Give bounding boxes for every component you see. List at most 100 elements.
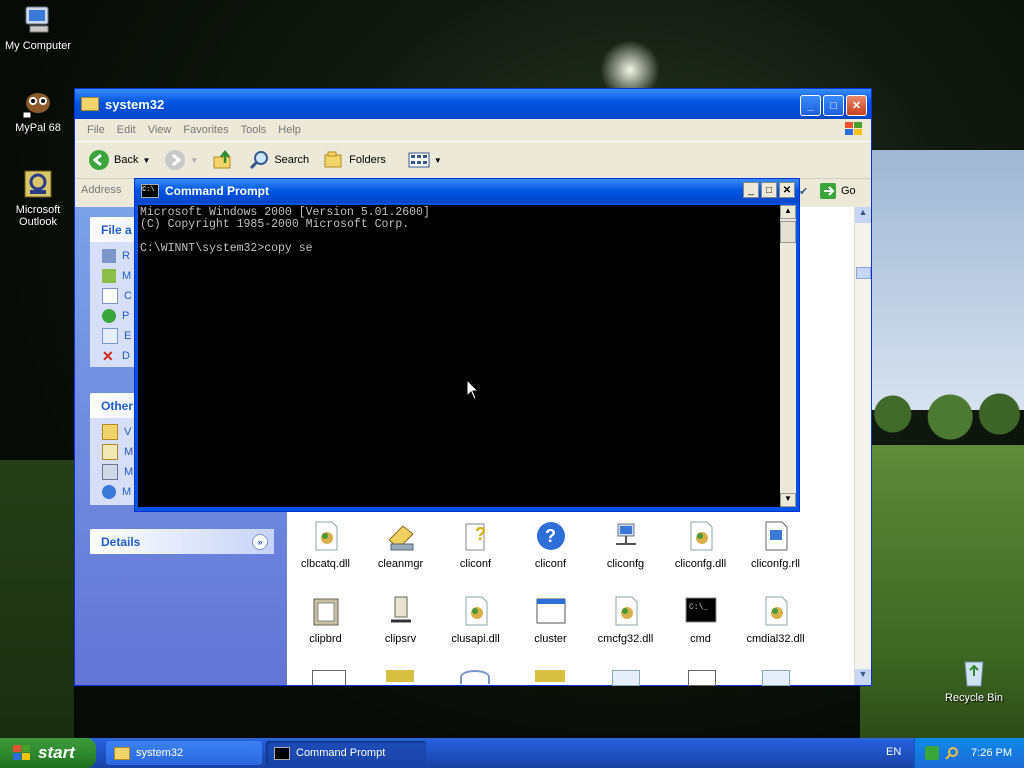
desktop-icon-label: Recycle Bin [944,692,1004,704]
cmd-icon: C:\_ [685,595,717,627]
copy-icon [102,288,118,304]
file-label: clipbrd [309,633,342,645]
file-item[interactable]: ? cliconf [513,520,588,570]
desktop-icon-recycle-bin[interactable]: Recycle Bin [936,656,1012,704]
command-prompt-window[interactable]: C:\ Command Prompt _ □ ✕ Microsoft Windo… [134,178,800,512]
menu-edit[interactable]: Edit [111,124,142,136]
application-window-icon [535,595,567,627]
place-label: M [124,446,134,458]
vertical-scrollbar[interactable]: ▲ ▼ [854,207,871,685]
address-label: Address [81,184,122,196]
search-button[interactable]: Search [243,149,314,171]
task-label: Command Prompt [296,747,386,759]
back-button[interactable]: Back ▼ [83,149,155,171]
cmd-scroll-down[interactable]: ▼ [780,493,796,507]
tray-network-icon[interactable] [925,746,940,760]
file-item[interactable]: ? cliconf [438,520,513,570]
desktop-icon-my-computer[interactable]: My Computer [0,4,76,52]
forward-button[interactable]: ▼ [159,149,203,171]
file-item[interactable]: cleanmgr [363,520,438,570]
menu-file[interactable]: File [81,124,111,136]
taskbar: start system32 Command Prompt EN 7:26 PM [0,738,1024,768]
mypal-icon [22,86,54,119]
documents-icon [102,444,118,460]
menu-help[interactable]: Help [272,124,307,136]
file-label: clipsrv [384,633,417,645]
rename-icon [102,249,116,263]
network-config-icon [610,520,642,552]
file-item[interactable]: clusapi.dll [438,595,513,645]
minimize-button[interactable]: _ [800,95,821,116]
scroll-up-arrow[interactable]: ▲ [855,207,871,223]
wallpaper-sky [860,150,1024,410]
window-title: system32 [105,96,165,112]
tray-search-icon[interactable] [945,746,959,760]
menu-view[interactable]: View [142,124,178,136]
partial-file-icon [762,670,790,686]
folder-icon [102,424,118,440]
file-item[interactable]: cmdial32.dll [738,595,813,645]
expand-chevron-icon[interactable]: » [252,533,268,550]
desktop-icon-outlook[interactable]: Microsoft Outlook [0,168,76,228]
menu-favorites[interactable]: Favorites [177,124,234,136]
file-item[interactable]: cliconfg.dll [663,520,738,570]
recycle-bin-icon [958,656,990,688]
scroll-thumb[interactable] [856,267,871,279]
svg-text:?: ? [475,524,486,544]
start-button[interactable]: start [0,738,96,768]
cmd-scrollbar[interactable]: ▲ ▼ [780,205,796,507]
details-header[interactable]: Details » [90,529,274,554]
cmd-window-icon: C:\ [141,184,159,198]
svg-text:C:\_: C:\_ [689,603,708,612]
partial-file-icon [535,670,565,682]
cleanmgr-icon [385,520,417,552]
file-label: cluster [534,633,567,645]
file-item[interactable]: clbcatq.dll [288,520,363,570]
go-button[interactable]: Go [819,182,856,200]
file-label: clbcatq.dll [301,558,350,570]
file-item[interactable]: cluster [513,595,588,645]
clock: 7:26 PM [971,747,1012,759]
windows-flag-icon [13,745,30,760]
maximize-button[interactable]: □ [823,95,844,116]
dll-file-icon [685,520,717,552]
cmd-scroll-thumb[interactable] [780,221,796,243]
file-item[interactable]: C:\_ cmd [663,595,738,645]
taskbar-item-system32[interactable]: system32 [106,741,262,765]
file-item[interactable]: cliconfg.rll [738,520,813,570]
cmd-minimize-button[interactable]: _ [743,182,759,198]
cmd-titlebar[interactable]: C:\ Command Prompt [135,179,799,203]
cmd-window-icon [274,746,290,760]
language-indicator[interactable]: EN [886,746,901,758]
computer-icon [102,464,118,480]
folder-icon [81,97,99,111]
folders-button[interactable]: Folders [318,149,391,171]
desktop-icon-mypal[interactable]: MyPal 68 [0,86,76,134]
explorer-titlebar[interactable]: system32 _ □ ✕ [75,89,871,119]
file-item[interactable]: clipsrv [363,595,438,645]
back-dropdown-icon: ▼ [142,155,151,165]
cmd-scroll-up[interactable]: ▲ [780,205,796,219]
cmd-maximize-button[interactable]: □ [761,182,777,198]
file-item[interactable]: cliconfg [588,520,663,570]
network-icon [102,485,116,499]
up-folder-button[interactable] [207,149,239,171]
taskbar-item-command-prompt[interactable]: Command Prompt [266,741,426,765]
folders-icon [324,151,342,168]
file-item[interactable]: clipbrd [288,595,363,645]
address-dropdown-icon[interactable]: ✔ [799,185,808,198]
menu-bar: File Edit View Favorites Tools Help [75,119,871,142]
menu-tools[interactable]: Tools [235,124,273,136]
dll-file-icon [760,595,792,627]
cmd-close-button[interactable]: ✕ [779,182,795,198]
forward-dropdown-icon: ▼ [190,155,199,165]
scroll-down-arrow[interactable]: ▼ [855,669,871,685]
console-output[interactable]: Microsoft Windows 2000 [Version 5.01.260… [138,205,780,507]
file-item[interactable]: cmcfg32.dll [588,595,663,645]
wallpaper-grass-left [0,460,74,740]
email-icon [102,328,118,344]
partial-file-icon [312,670,346,685]
forward-arrow-icon [165,150,186,170]
close-button[interactable]: ✕ [846,95,867,116]
views-button[interactable]: ▼ [403,151,447,169]
